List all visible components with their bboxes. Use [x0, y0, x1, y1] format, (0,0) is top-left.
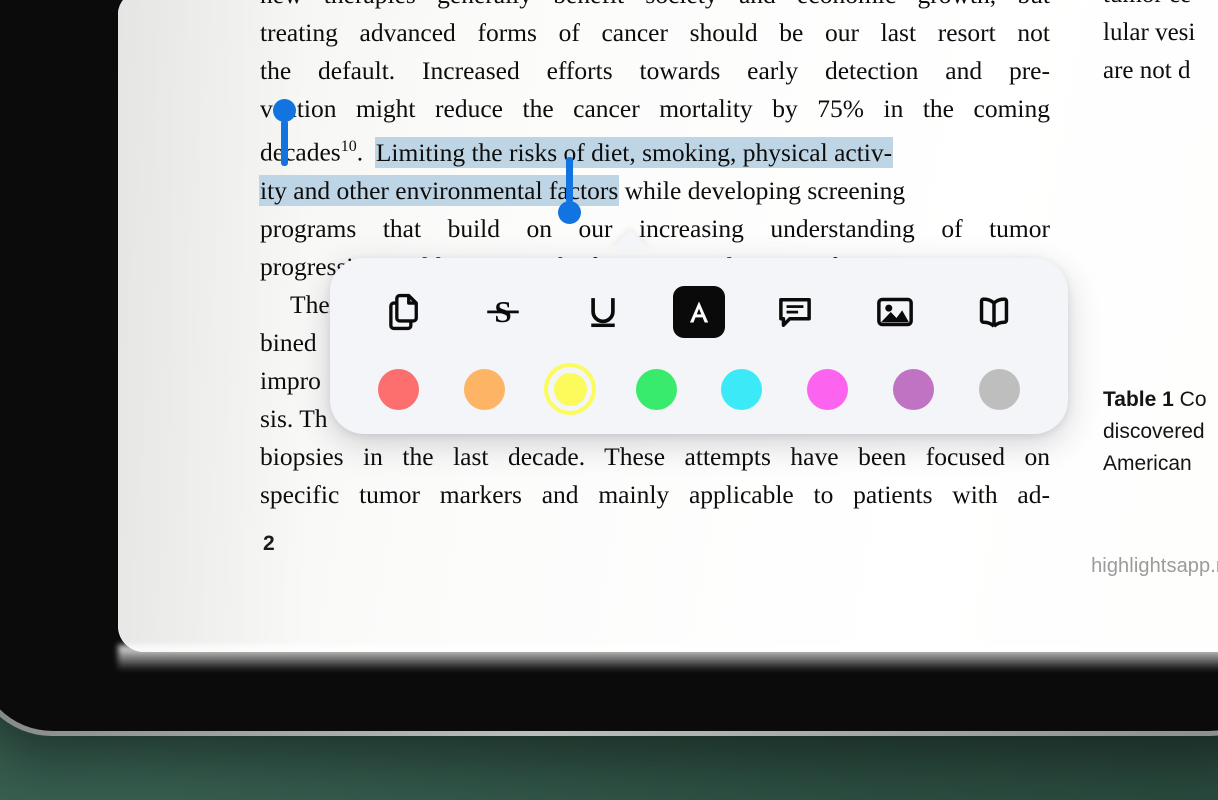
- underline-icon: [581, 290, 625, 334]
- text-line: the default. Increased efforts towards e…: [260, 56, 1050, 85]
- book-icon: [972, 290, 1016, 334]
- color-dot: [892, 368, 934, 410]
- image-button[interactable]: [866, 283, 924, 341]
- selected-text-line-2[interactable]: ity and other environmental factors: [260, 175, 619, 205]
- strikethrough-icon: S: [481, 290, 525, 334]
- text-line: programs that build on our increasing un…: [260, 213, 1050, 243]
- text-line: lular vesi: [1103, 19, 1196, 46]
- table-caption-line-2: discovered: [1103, 420, 1205, 443]
- color-dot: [978, 368, 1020, 410]
- period: .: [356, 137, 376, 167]
- color-swatch-yellow[interactable]: [544, 363, 596, 415]
- text-line: treating advanced forms of cancer should…: [260, 18, 1050, 47]
- selection-handle-end[interactable]: [558, 157, 581, 224]
- dictionary-button[interactable]: [965, 283, 1023, 341]
- highlight-text-button[interactable]: [672, 286, 725, 338]
- pdf-page[interactable]: new therapies generally benefit society …: [118, 0, 1218, 652]
- table-caption: Table 1 Co discovered American: [1103, 384, 1218, 480]
- color-dot: [553, 372, 587, 406]
- table-caption-label: Table 1: [1103, 388, 1174, 411]
- color-dot: [721, 368, 763, 410]
- text-fragment: decades: [260, 137, 341, 167]
- watermark: highlightsapp.net: [1091, 555, 1218, 577]
- text-line-with-selection-start: decades10. Limiting the risks of diet, s…: [260, 128, 1050, 172]
- text-line: are not d: [1103, 57, 1191, 84]
- text-fragment: while developing screening: [624, 175, 906, 205]
- highlight-text-icon: [682, 295, 716, 329]
- strikethrough-button[interactable]: S: [474, 283, 532, 341]
- color-swatch-orange[interactable]: [459, 363, 511, 415]
- color-swatch-red[interactable]: [373, 363, 425, 415]
- color-dot: [378, 368, 420, 410]
- comment-icon: [773, 290, 817, 334]
- color-dot: [807, 368, 849, 410]
- copy-button[interactable]: [375, 283, 433, 341]
- table-caption-line-3: American: [1103, 452, 1192, 475]
- text-line-with-selection-end: ity and other environmental factors whil…: [260, 172, 1050, 210]
- underline-button[interactable]: [574, 283, 632, 341]
- color-swatch-purple[interactable]: [887, 363, 939, 415]
- text-line: tumor ce: [1103, 0, 1218, 14]
- tablet-screen[interactable]: new therapies generally benefit society …: [118, 0, 1218, 652]
- color-swatch-gray[interactable]: [973, 363, 1025, 415]
- table-caption-line-1: Table 1 Co: [1103, 388, 1207, 411]
- pdf-left-column: new therapies generally benefit society …: [260, 0, 1050, 514]
- color-dot: [464, 368, 506, 410]
- text-line: vention might reduce the cancer mortalit…: [260, 94, 1050, 123]
- page-number: 2: [263, 532, 275, 555]
- color-dot: [635, 368, 677, 410]
- toolbar-pointer-arrow: [610, 230, 650, 250]
- citation-superscript: 10: [340, 138, 357, 155]
- toolbar-tool-row: S: [330, 276, 1068, 348]
- text-line: specific tumor markers and mainly applic…: [260, 479, 1050, 509]
- comment-button[interactable]: [766, 283, 824, 341]
- selection-handle-start[interactable]: [273, 99, 296, 166]
- image-icon: [873, 290, 917, 334]
- copy-icon: [383, 291, 425, 333]
- toolbar-color-row: [330, 358, 1068, 420]
- text-line: biopsies in the last decade. These attem…: [260, 441, 1050, 471]
- annotation-toolbar[interactable]: S: [330, 258, 1068, 434]
- text-line: new therapies generally benefit society …: [260, 0, 1050, 14]
- pdf-right-column: tumor ce lular vesi are not d: [1103, 0, 1218, 90]
- color-swatch-green[interactable]: [630, 363, 682, 415]
- color-swatch-magenta[interactable]: [802, 363, 854, 415]
- selected-text-line-1[interactable]: Limiting the risks of diet, smoking, phy…: [375, 137, 893, 167]
- color-swatch-cyan[interactable]: [716, 363, 768, 415]
